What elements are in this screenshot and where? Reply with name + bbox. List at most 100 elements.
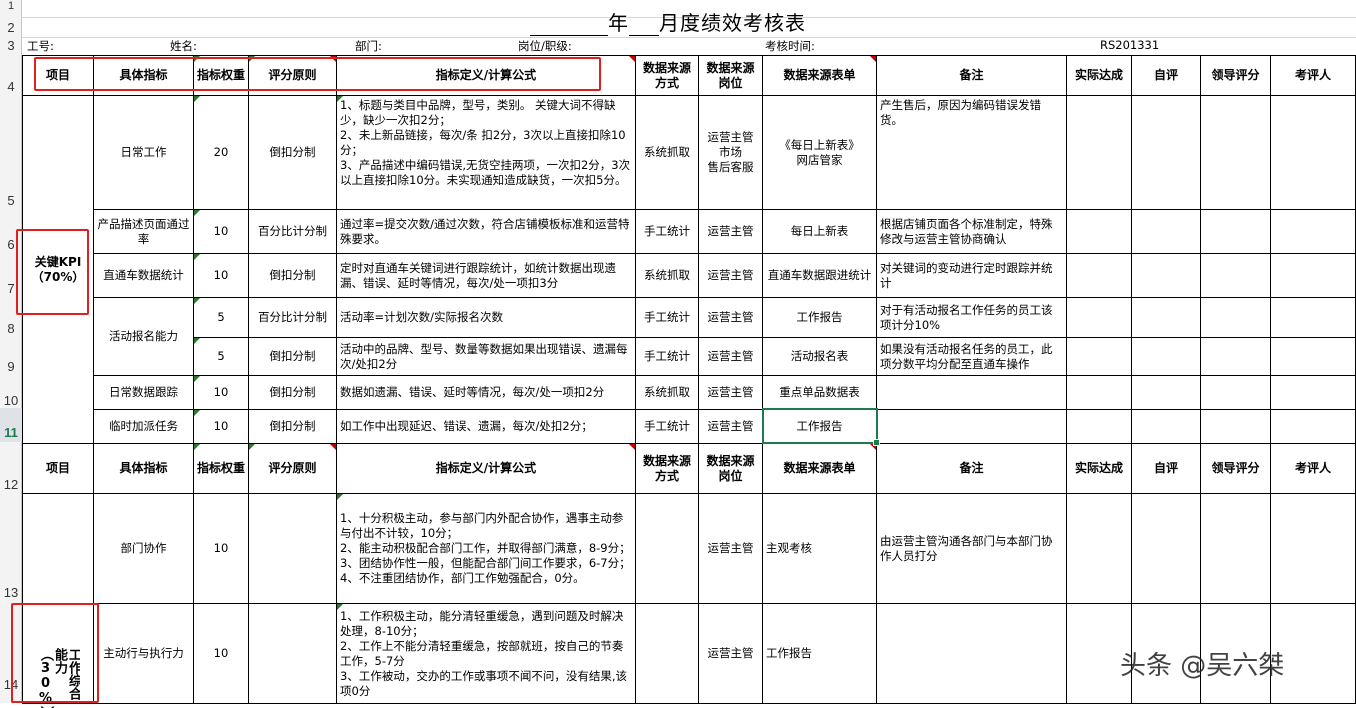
principle-cell[interactable]: 倒扣分制 <box>249 254 337 298</box>
source-method-cell[interactable]: 手工统计 <box>636 338 699 376</box>
score-cell[interactable] <box>1132 410 1201 444</box>
weight-cell[interactable]: 5 <box>194 298 249 338</box>
score-cell[interactable] <box>1271 338 1356 376</box>
score-cell[interactable] <box>1271 298 1356 338</box>
score-cell[interactable] <box>1201 298 1271 338</box>
header-leader-score[interactable]: 领导评分 <box>1201 56 1271 96</box>
weight-cell[interactable]: 20 <box>194 96 249 210</box>
score-cell[interactable] <box>1067 96 1132 210</box>
second-header-project[interactable]: 项目 <box>22 444 94 494</box>
definition-cell[interactable]: 1、十分积极主动，参与部门内外配合协作，遇事主动参与付出不计较，10分； 2、能主… <box>337 494 636 604</box>
second-header-actual[interactable]: 实际达成 <box>1067 444 1132 494</box>
source-form-cell[interactable]: 工作报告 <box>763 410 877 444</box>
source-method-cell[interactable] <box>636 494 699 604</box>
score-cell[interactable] <box>1067 338 1132 376</box>
second-header-indicator[interactable]: 具体指标 <box>94 444 194 494</box>
indicator-cell[interactable]: 活动报名能力 <box>94 298 194 376</box>
header-actual[interactable]: 实际达成 <box>1067 56 1132 96</box>
header-evaluator[interactable]: 考评人 <box>1271 56 1356 96</box>
score-cell[interactable] <box>1132 298 1201 338</box>
indicator-cell[interactable]: 临时加派任务 <box>94 410 194 444</box>
indicator-cell[interactable]: 产品描述页面通过率 <box>94 210 194 254</box>
definition-cell[interactable]: 活动中的品牌、型号、数量等数据如果出现错误、遗漏每次/处扣2分 <box>337 338 636 376</box>
score-cell[interactable] <box>1132 376 1201 410</box>
row-number[interactable]: 14 <box>0 676 22 694</box>
score-cell[interactable] <box>1271 494 1356 604</box>
principle-cell[interactable]: 倒扣分制 <box>249 410 337 444</box>
note-cell[interactable]: 根据店铺页面各个标准制定，特殊修改与运营主管协商确认 <box>877 210 1067 254</box>
score-cell[interactable] <box>1201 210 1271 254</box>
score-cell[interactable] <box>1271 96 1356 210</box>
score-cell[interactable] <box>1132 254 1201 298</box>
score-cell[interactable] <box>1067 254 1132 298</box>
source-post-cell[interactable]: 运营主管 <box>699 376 763 410</box>
source-form-cell[interactable]: 《每日上新表》 网店管家 <box>763 96 877 210</box>
note-cell[interactable]: 对于有活动报名工作任务的员工该项计分10% <box>877 298 1067 338</box>
header-source-form[interactable]: 数据来源表单 <box>763 56 877 96</box>
indicator-cell[interactable]: 部门协作 <box>94 494 194 604</box>
source-post-cell[interactable]: 运营主管 <box>699 604 763 704</box>
source-method-cell[interactable] <box>636 604 699 704</box>
header-source-post[interactable]: 数据来源岗位 <box>699 56 763 96</box>
second-header-self-eval[interactable]: 自评 <box>1132 444 1201 494</box>
score-cell[interactable] <box>1132 494 1201 604</box>
second-header-evaluator[interactable]: 考评人 <box>1271 444 1356 494</box>
source-post-cell[interactable]: 运营主管 <box>699 254 763 298</box>
second-header-definition[interactable]: 指标定义/计算公式 <box>337 444 636 494</box>
score-cell[interactable] <box>1132 338 1201 376</box>
score-cell[interactable] <box>1067 210 1132 254</box>
note-cell[interactable] <box>877 376 1067 410</box>
score-cell[interactable] <box>1067 298 1132 338</box>
second-header-note[interactable]: 备注 <box>877 444 1067 494</box>
definition-cell[interactable]: 1、工作积极主动，能分清轻重缓急，遇到问题及时解决处理，8-10分； 2、工作上不… <box>337 604 636 704</box>
score-cell[interactable] <box>1067 410 1132 444</box>
indicator-cell[interactable]: 日常工作 <box>94 96 194 210</box>
score-cell[interactable] <box>1271 410 1356 444</box>
score-cell[interactable] <box>1271 254 1356 298</box>
principle-cell[interactable] <box>249 604 337 704</box>
section-label-kpi[interactable]: 关键KPI（70%） <box>22 96 94 444</box>
definition-cell[interactable]: 1、标题与类目中品牌，型号，类别。 关键大词不得缺少，缺少一次扣2分； 2、未上新… <box>337 96 636 210</box>
score-cell[interactable] <box>1201 254 1271 298</box>
second-header-principle[interactable]: 评分原则 <box>249 444 337 494</box>
weight-cell[interactable]: 10 <box>194 410 249 444</box>
note-cell[interactable] <box>877 604 1067 704</box>
header-indicator[interactable]: 具体指标 <box>94 56 194 96</box>
score-cell[interactable] <box>1132 96 1201 210</box>
weight-cell[interactable]: 10 <box>194 494 249 604</box>
header-definition[interactable]: 指标定义/计算公式 <box>337 56 636 96</box>
row-number[interactable]: 3 <box>0 38 22 54</box>
row-number[interactable]: 2 <box>0 18 22 38</box>
score-cell[interactable] <box>1067 376 1132 410</box>
definition-cell[interactable]: 数据如遗漏、错误、延时等情况，每次/处一项扣2分 <box>337 376 636 410</box>
note-cell[interactable]: 产生售后，原因为编码错误发错货。 <box>877 96 1067 210</box>
score-cell[interactable] <box>1067 494 1132 604</box>
weight-cell[interactable]: 10 <box>194 210 249 254</box>
source-form-cell[interactable]: 工作报告 <box>763 604 877 704</box>
row-number[interactable]: 5 <box>0 192 22 210</box>
row-number[interactable]: 13 <box>0 584 22 602</box>
source-form-cell[interactable]: 活动报名表 <box>763 338 877 376</box>
score-cell[interactable] <box>1201 410 1271 444</box>
row-number[interactable]: 12 <box>0 476 22 494</box>
header-note[interactable]: 备注 <box>877 56 1067 96</box>
source-method-cell[interactable]: 系统抓取 <box>636 376 699 410</box>
source-post-cell[interactable]: 运营主管 <box>699 338 763 376</box>
source-form-cell[interactable]: 重点单品数据表 <box>763 376 877 410</box>
source-post-cell[interactable]: 运营主管 <box>699 298 763 338</box>
note-cell[interactable]: 对关键词的变动进行定时跟踪并统计 <box>877 254 1067 298</box>
source-form-cell[interactable]: 每日上新表 <box>763 210 877 254</box>
second-header-source-form[interactable]: 数据来源表单 <box>763 444 877 494</box>
principle-cell[interactable]: 倒扣分制 <box>249 376 337 410</box>
header-weight[interactable]: 指标权重 <box>194 56 249 96</box>
definition-cell[interactable]: 通过率=提交次数/通过次数，符合店铺模板标准和运营特殊要求。 <box>337 210 636 254</box>
row-number-selected[interactable]: 11 <box>0 408 22 442</box>
indicator-cell[interactable]: 直通车数据统计 <box>94 254 194 298</box>
row-number[interactable]: 6 <box>0 236 22 254</box>
header-project[interactable]: 项目 <box>22 56 94 96</box>
source-post-cell[interactable]: 运营主管 <box>699 410 763 444</box>
weight-cell[interactable]: 10 <box>194 604 249 704</box>
header-self-eval[interactable]: 自评 <box>1132 56 1201 96</box>
score-cell[interactable] <box>1132 210 1201 254</box>
source-post-cell[interactable]: 运营主管 <box>699 210 763 254</box>
